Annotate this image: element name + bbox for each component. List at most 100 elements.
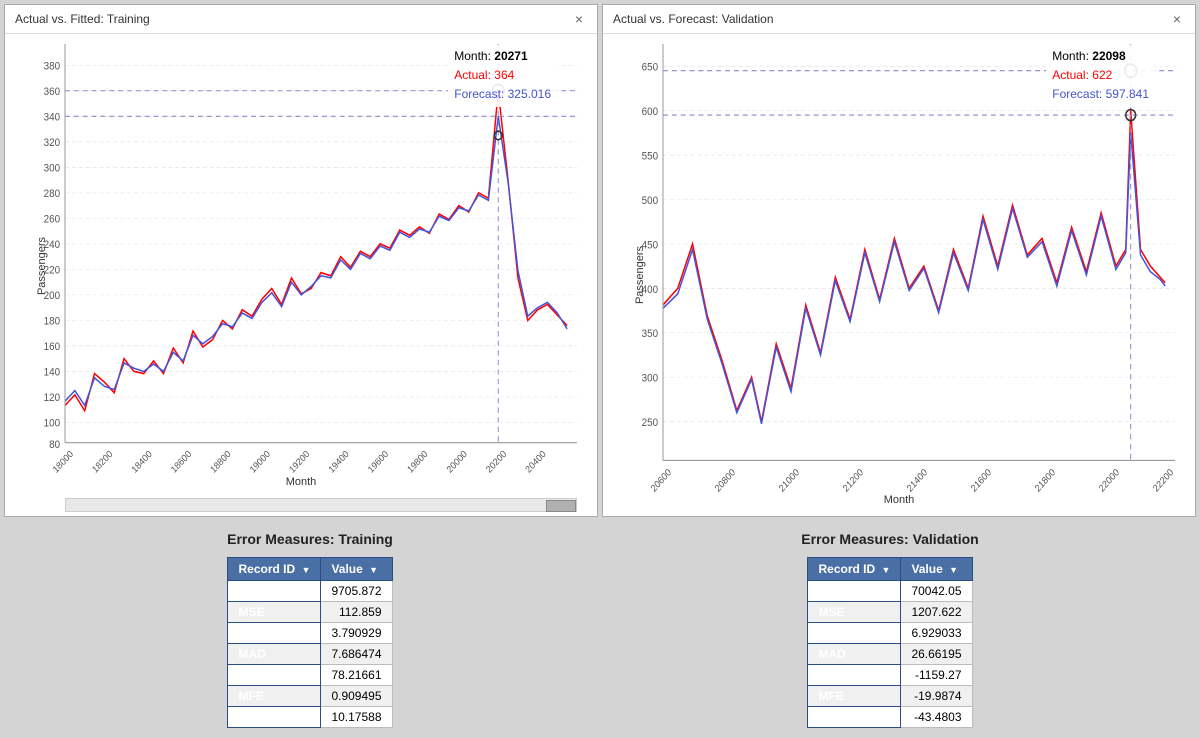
row-value: 78.21661 [321,665,392,686]
row-value: 7.686474 [321,644,392,665]
row-id: SSE [228,581,321,602]
right-chart-title: Actual vs. Forecast: Validation [613,12,774,26]
row-value: 0.909495 [321,686,392,707]
svg-text:19200: 19200 [287,449,311,475]
svg-text:300: 300 [642,373,659,385]
right-y-axis-label: Passengers [634,246,646,304]
error-validation-section: Error Measures: Validation Record ID ▼ V… [600,531,1180,728]
row-id: MAPE [228,623,321,644]
error-training-table: Record ID ▼ Value ▼ SSE9705.872MSE112.85… [227,557,392,728]
left-scrollbar[interactable] [65,498,577,512]
svg-text:160: 160 [44,342,61,353]
left-chart-tooltip: Month: 20271 Actual: 364 Forecast: 325.0… [448,45,557,107]
error-validation-col1-header[interactable]: Record ID ▼ [808,558,901,581]
svg-text:250: 250 [642,418,659,430]
svg-text:380: 380 [44,61,61,72]
svg-text:550: 550 [642,151,659,163]
svg-text:19800: 19800 [405,449,429,475]
error-validation-col2-header[interactable]: Value ▼ [901,558,972,581]
row-value: 6.929033 [901,623,972,644]
left-chart-titlebar: Actual vs. Fitted: Training × [5,5,597,34]
row-value: 9705.872 [321,581,392,602]
svg-text:21600: 21600 [969,467,994,495]
svg-text:22000: 22000 [1097,467,1122,495]
left-x-axis-label: Month [286,476,317,488]
svg-text:300: 300 [44,163,61,174]
error-validation-title: Error Measures: Validation [801,531,978,547]
svg-text:140: 140 [44,367,61,378]
error-training-title: Error Measures: Training [227,531,393,547]
row-value: 112.859 [321,602,392,623]
table-row: MAD26.66195 [808,644,972,665]
error-training-col2-header[interactable]: Value ▼ [321,558,392,581]
svg-text:120: 120 [44,393,61,404]
svg-text:20400: 20400 [523,449,547,475]
table-row: TSE-43.4803 [808,707,972,728]
svg-text:20000: 20000 [445,449,469,475]
svg-text:100: 100 [44,418,61,429]
row-value: 70042.05 [901,581,972,602]
svg-text:650: 650 [642,62,659,74]
row-id: MAD [808,644,901,665]
row-value: -1159.27 [901,665,972,686]
row-id: CFE [808,665,901,686]
svg-text:320: 320 [44,138,61,149]
svg-text:22200: 22200 [1151,467,1176,495]
table-row: TSE10.17588 [228,707,392,728]
col2-sort-icon: ▼ [369,565,378,575]
left-chart-close-button[interactable]: × [571,11,587,27]
table-row: SSE9705.872 [228,581,392,602]
right-chart-svg: 650 600 550 500 450 400 350 300 250 2060… [663,44,1175,466]
right-tooltip-month-label: Month: 22098 [1052,49,1125,63]
svg-text:18400: 18400 [130,449,154,475]
svg-text:20800: 20800 [713,467,738,495]
right-tooltip-forecast: Forecast: 597.841 [1052,87,1149,101]
error-training-col1-header[interactable]: Record ID ▼ [228,558,321,581]
svg-text:18200: 18200 [90,449,114,475]
svg-text:360: 360 [44,87,61,98]
table-row: SSE70042.05 [808,581,972,602]
row-id: MFE [228,686,321,707]
charts-row: Actual vs. Fitted: Training × Month: 202… [0,0,1200,521]
svg-text:19000: 19000 [248,449,272,475]
table-row: CFE78.21661 [228,665,392,686]
row-id: MFE [808,686,901,707]
svg-text:18800: 18800 [208,449,232,475]
svg-text:280: 280 [44,189,61,200]
table-row: MAPE6.929033 [808,623,972,644]
left-scrollbar-thumb[interactable] [546,500,576,512]
svg-text:21000: 21000 [777,467,802,495]
row-id: TSE [228,707,321,728]
svg-text:18000: 18000 [51,449,75,475]
row-id: MSE [808,602,901,623]
svg-text:18600: 18600 [169,449,193,475]
svg-text:21200: 21200 [841,467,866,495]
val-col2-sort-icon: ▼ [949,565,958,575]
row-value: 26.66195 [901,644,972,665]
row-id: MSE [228,602,321,623]
row-value: 10.17588 [321,707,392,728]
left-tooltip-month-label: Month: 20271 [454,49,527,63]
table-row: MSE112.859 [228,602,392,623]
row-value: -19.9874 [901,686,972,707]
right-chart-tooltip: Month: 22098 Actual: 622 Forecast: 597.8… [1046,45,1155,107]
svg-text:350: 350 [642,329,659,341]
svg-text:340: 340 [44,112,61,123]
left-chart-panel: Actual vs. Fitted: Training × Month: 202… [4,4,598,517]
svg-text:21800: 21800 [1033,467,1058,495]
row-id: CFE [228,665,321,686]
table-row: CFE-1159.27 [808,665,972,686]
svg-text:20600: 20600 [649,467,674,495]
table-row: MFE0.909495 [228,686,392,707]
bottom-section: Error Measures: Training Record ID ▼ Val… [0,521,1200,738]
svg-text:260: 260 [44,214,61,225]
row-id: MAD [228,644,321,665]
col1-sort-icon: ▼ [302,565,311,575]
right-chart-close-button[interactable]: × [1169,11,1185,27]
svg-text:500: 500 [642,195,659,207]
svg-text:180: 180 [44,316,61,327]
right-x-axis-label: Month [884,494,915,506]
error-validation-table: Record ID ▼ Value ▼ SSE70042.05MSE1207.6… [807,557,972,728]
table-row: MFE-19.9874 [808,686,972,707]
left-tooltip-actual: Actual: 364 [454,68,514,82]
